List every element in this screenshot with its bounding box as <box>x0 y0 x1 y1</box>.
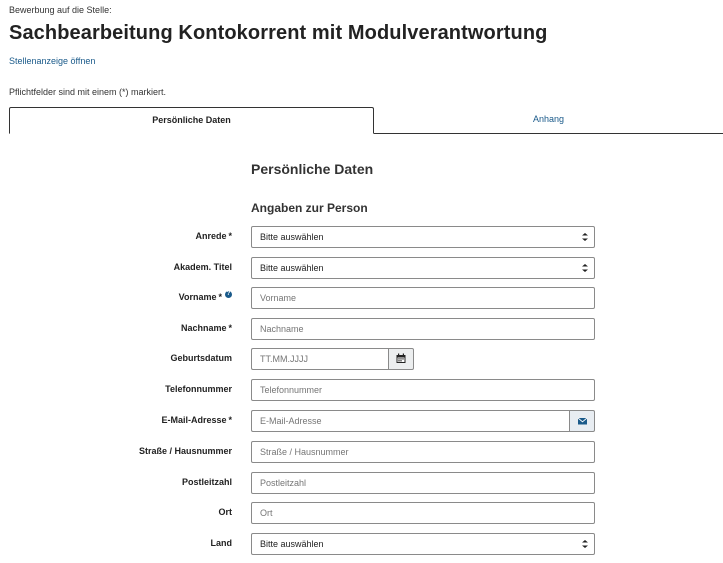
strasse-label: Straße / Hausnummer <box>138 446 232 456</box>
ort-label: Ort <box>218 507 233 517</box>
land-label: Land <box>210 538 233 548</box>
subsection-title: Angaben zur Person <box>251 201 368 215</box>
vorname-label: Vorname *? <box>178 291 232 302</box>
titel-label: Akadem. Titel <box>173 262 232 272</box>
select-caret-icon <box>582 227 588 256</box>
geburtsdatum-label: Geburtsdatum <box>170 353 232 363</box>
land-selected-value: Bitte auswählen <box>260 539 324 549</box>
land-select[interactable]: Bitte auswählen <box>251 533 595 555</box>
titel-selected-value: Bitte auswählen <box>260 263 324 273</box>
anrede-label: Anrede * <box>195 231 232 241</box>
tab-bar: Persönliche Daten Anhang <box>9 107 723 134</box>
date-picker-button[interactable] <box>388 348 414 370</box>
open-job-ad-link[interactable]: Stellenanzeige öffnen <box>9 56 95 66</box>
required-marker: * <box>228 415 232 425</box>
select-caret-icon <box>582 534 588 563</box>
titel-select[interactable]: Bitte auswählen <box>251 257 595 279</box>
email-button[interactable] <box>569 410 595 432</box>
strasse-input[interactable] <box>251 441 595 463</box>
plz-input[interactable] <box>251 472 595 494</box>
required-marker: * <box>228 231 232 241</box>
mandatory-fields-note: Pflichtfelder sind mit einem (*) markier… <box>9 87 167 97</box>
envelope-icon <box>577 417 588 425</box>
required-marker: * <box>228 323 232 333</box>
select-caret-icon <box>582 258 588 287</box>
nachname-label: Nachname * <box>180 323 232 333</box>
vorname-input[interactable] <box>251 287 595 309</box>
nachname-input[interactable] <box>251 318 595 340</box>
job-title: Sachbearbeitung Kontokorrent mit Modulve… <box>9 22 548 44</box>
anrede-select[interactable]: Bitte auswählen <box>251 226 595 248</box>
ort-input[interactable] <box>251 502 595 524</box>
anrede-selected-value: Bitte auswählen <box>260 232 324 242</box>
geburtsdatum-input[interactable] <box>251 348 389 370</box>
required-marker: * <box>218 292 222 302</box>
section-title: Persönliche Daten <box>251 161 374 177</box>
email-label: E-Mail-Adresse * <box>161 415 232 425</box>
telefon-label: Telefonnummer <box>165 384 232 394</box>
email-input[interactable] <box>251 410 570 432</box>
tab-persoenliche-daten[interactable]: Persönliche Daten <box>9 107 374 134</box>
tab-anhang[interactable]: Anhang <box>374 107 723 134</box>
calendar-icon <box>396 353 406 363</box>
application-for-label: Bewerbung auf die Stelle: <box>9 5 112 15</box>
help-icon[interactable]: ? <box>225 291 232 298</box>
plz-label: Postleitzahl <box>181 477 232 487</box>
telefon-input[interactable] <box>251 379 595 401</box>
